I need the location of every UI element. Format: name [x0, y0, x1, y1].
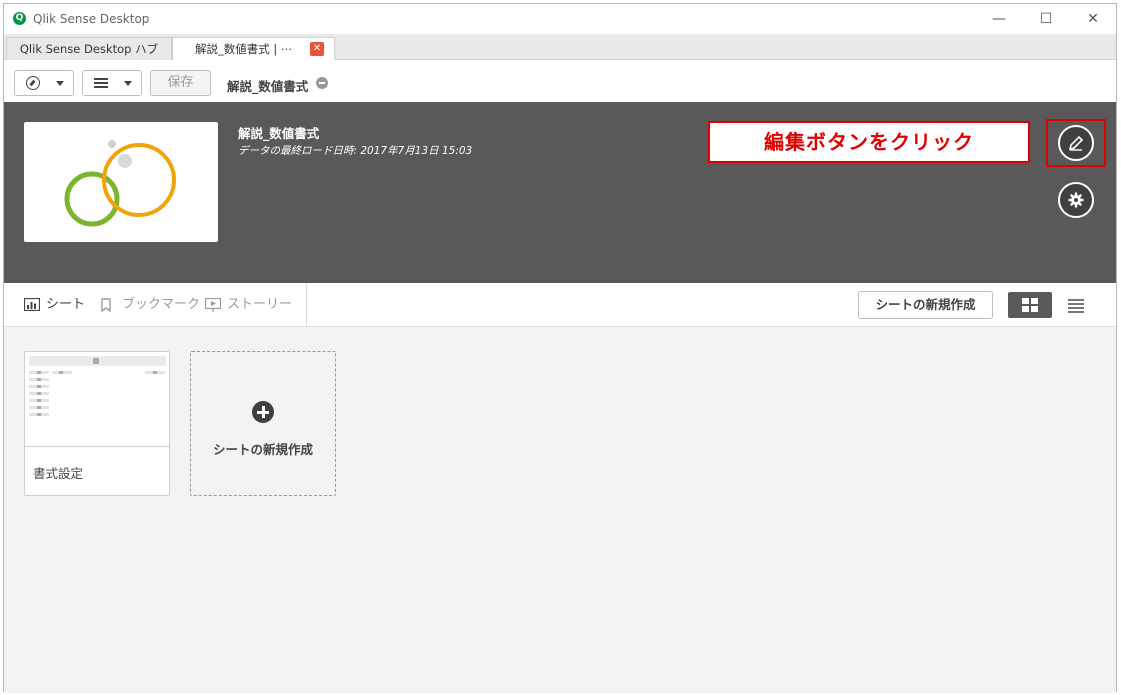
tab-hub[interactable]: Qlik Sense Desktop ハブ — [6, 37, 172, 60]
app-title: 解説_数値書式 — [227, 79, 309, 94]
tab-sheets[interactable]: シート — [24, 296, 86, 314]
unpublished-badge-icon — [316, 77, 328, 89]
tab-app-label: 解説_数値書式 | ⋯ — [195, 42, 293, 56]
sheet-grid-area: 書式設定 シートの新規作成 — [4, 327, 1116, 693]
app-window: Q Qlik Sense Desktop — ☐ ✕ Qlik Sense De… — [3, 3, 1117, 693]
app-overview-header: 解説_数値書式 データの最終ロード日時: 2017年7月13日 15:03 編集… — [4, 102, 1116, 283]
table-icon — [93, 358, 99, 364]
sheet-icon — [24, 298, 40, 311]
create-new-sheet-label: シートの新規作成 — [212, 442, 313, 457]
chevron-down-icon — [124, 81, 132, 86]
pencil-icon — [1068, 135, 1084, 151]
close-icon[interactable]: ✕ — [310, 42, 324, 56]
tab-app[interactable]: 解説_数値書式 | ⋯ ✕ — [172, 37, 335, 60]
list-icon — [94, 76, 108, 90]
qlik-circles-logo — [64, 140, 176, 227]
gear-icon — [1068, 192, 1084, 208]
tab-bookmarks[interactable]: ブックマーク — [100, 296, 200, 314]
tab-bookmarks-label: ブックマーク — [122, 297, 201, 312]
create-new-sheet-card[interactable]: シートの新規作成 — [190, 351, 336, 496]
story-icon — [205, 298, 221, 312]
qlik-logo-icon: Q — [13, 12, 26, 25]
annotation-callout: 編集ボタンをクリック — [708, 121, 1030, 163]
tab-divider — [306, 283, 307, 327]
create-new-sheet-button[interactable]: シートの新規作成 — [858, 291, 993, 319]
chevron-down-icon — [56, 81, 64, 86]
last-reload-text: データの最終ロード日時: 2017年7月13日 15:03 — [238, 145, 473, 157]
title-bar: Q Qlik Sense Desktop — ☐ ✕ — [4, 4, 1116, 34]
app-thumbnail — [24, 122, 218, 242]
tab-sheets-label: シート — [46, 297, 86, 312]
window-title: Qlik Sense Desktop — [33, 12, 150, 26]
grid-view-button[interactable] — [1008, 292, 1052, 318]
compass-icon — [26, 76, 40, 90]
edit-app-button[interactable] — [1058, 125, 1094, 161]
bookmark-icon — [101, 298, 111, 312]
plus-icon — [252, 401, 274, 423]
minimize-button[interactable]: — — [976, 4, 1022, 34]
toolbar: 保存 解説_数値書式 — [4, 60, 1116, 104]
maximize-button[interactable]: ☐ — [1023, 4, 1069, 34]
sheet-card[interactable]: 書式設定 — [24, 351, 170, 496]
sheet-card-title: 書式設定 — [33, 466, 84, 481]
navigation-menu-button[interactable] — [14, 70, 74, 96]
tab-stories[interactable]: ストーリー — [205, 296, 295, 314]
sheet-tab-bar: シート ブックマーク ストーリー シートの新規作成 — [4, 283, 1116, 327]
app-name: 解説_数値書式 — [238, 126, 320, 141]
app-settings-button[interactable] — [1058, 182, 1094, 218]
close-window-button[interactable]: ✕ — [1070, 4, 1116, 34]
global-menu-button[interactable] — [82, 70, 142, 96]
save-button[interactable]: 保存 — [150, 70, 211, 96]
tab-strip: Qlik Sense Desktop ハブ 解説_数値書式 | ⋯ ✕ — [4, 34, 1116, 60]
sheet-preview-thumbnail — [25, 352, 169, 447]
tab-stories-label: ストーリー — [227, 297, 293, 312]
list-view-button[interactable] — [1064, 292, 1090, 318]
